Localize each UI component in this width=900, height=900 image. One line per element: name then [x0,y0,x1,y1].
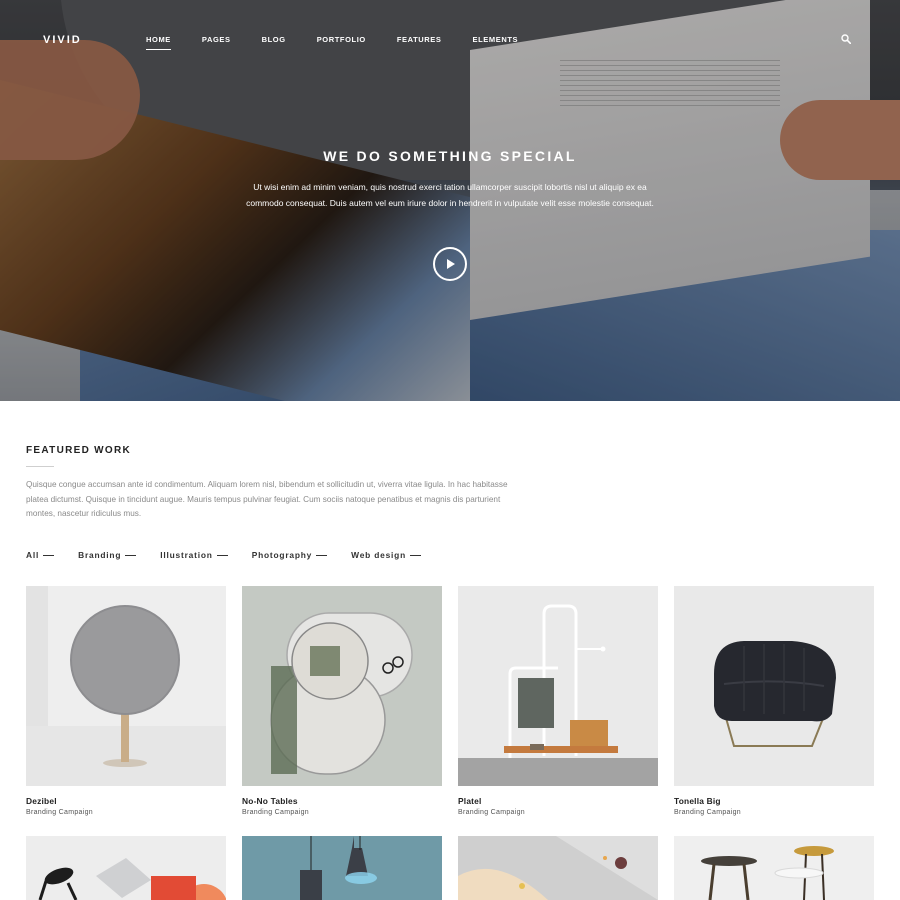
filter-dash [316,554,328,556]
portfolio-title[interactable]: No-No Tables [242,796,298,806]
top-navigation: VIVID HOME PAGES BLOG PORTFOLIO FEATURES… [0,0,900,80]
title-divider [26,466,54,467]
portfolio-filters: All Branding Illustration Photography We… [26,550,445,560]
platel-image [458,586,658,786]
filter-label: All [26,550,40,560]
portfolio-title[interactable]: Tonella Big [674,796,721,806]
filter-label: Web design [351,550,406,560]
nav-menu: HOME PAGES BLOG PORTFOLIO FEATURES ELEME… [146,35,549,50]
portfolio-thumbnail[interactable] [458,586,658,786]
dezibel-image [26,586,226,786]
portfolio-thumbnail[interactable] [458,836,658,900]
filter-illustration[interactable]: Illustration [160,550,228,560]
hero-title: WE DO SOMETHING SPECIAL [323,148,577,164]
filter-label: Branding [78,550,122,560]
portfolio-item-6[interactable] [242,836,442,900]
portfolio-image-7 [458,836,658,900]
filter-web-design[interactable]: Web design [351,550,421,560]
portfolio-thumbnail[interactable] [26,836,226,900]
portfolio-title[interactable]: Platel [458,796,482,806]
filter-label: Illustration [160,550,213,560]
filter-dash [409,554,421,556]
portfolio-item-tonella-big[interactable]: Tonella Big Branding Campaign [674,586,874,816]
nav-item-blog[interactable]: BLOG [262,35,286,50]
portfolio-title[interactable]: Dezibel [26,796,57,806]
portfolio-category: Branding Campaign [242,809,309,816]
filter-branding[interactable]: Branding [78,550,137,560]
portfolio-thumbnail[interactable] [674,586,874,786]
portfolio-category: Branding Campaign [26,809,93,816]
portfolio-item-platel[interactable]: Platel Branding Campaign [458,586,658,816]
nav-item-elements[interactable]: ELEMENTS [473,35,519,50]
search-icon[interactable] [841,34,851,44]
portfolio-item-no-no-tables[interactable]: No-No Tables Branding Campaign [242,586,442,816]
tonella-big-image [674,586,874,786]
featured-work-description: Quisque congue accumsan ante id condimen… [26,480,508,518]
play-button[interactable] [433,247,467,281]
brand-logo[interactable]: VIVID [43,34,82,46]
portfolio-category: Branding Campaign [458,809,525,816]
no-no-tables-image [242,586,442,786]
portfolio-item-dezibel[interactable]: Dezibel Branding Campaign [26,586,226,816]
portfolio-item-7[interactable] [458,836,658,900]
portfolio-image-5 [26,836,226,900]
nav-item-home[interactable]: HOME [146,35,171,50]
filter-label: Photography [251,550,313,560]
hero-text: Ut wisi enim ad minim veniam, quis nostr… [246,182,654,208]
portfolio-item-5[interactable] [26,836,226,900]
portfolio-image-6 [242,836,442,900]
portfolio-thumbnail[interactable] [26,586,226,786]
portfolio-item-8[interactable] [674,836,874,900]
filter-all[interactable]: All [26,550,55,560]
nav-item-portfolio[interactable]: PORTFOLIO [317,35,366,50]
portfolio-thumbnail[interactable] [674,836,874,900]
portfolio-category: Branding Campaign [674,809,741,816]
portfolio-thumbnail[interactable] [242,586,442,786]
hero-section: VIVID HOME PAGES BLOG PORTFOLIO FEATURES… [0,0,900,401]
filter-photography[interactable]: Photography [251,550,328,560]
nav-item-features[interactable]: FEATURES [397,35,442,50]
play-icon [447,259,455,269]
portfolio-thumbnail[interactable] [242,836,442,900]
filter-dash [43,554,55,556]
filter-dash [125,554,137,556]
portfolio-image-8 [674,836,874,900]
nav-item-pages[interactable]: PAGES [202,35,231,50]
filter-dash [216,554,228,556]
featured-work-title: FEATURED WORK [26,445,132,456]
